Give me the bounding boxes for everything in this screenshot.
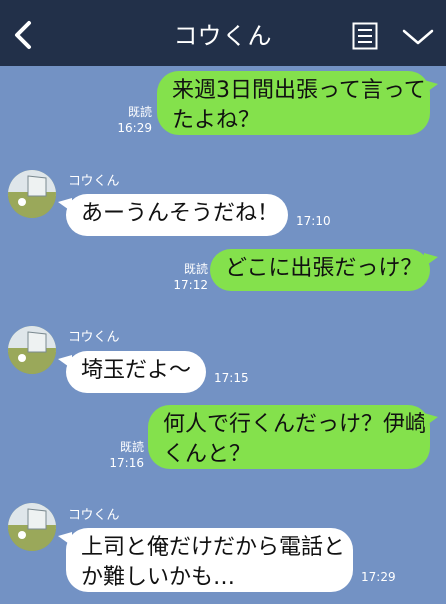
sender-name: コウくん: [68, 330, 120, 345]
message-text-line: 埼玉だよ〜: [81, 358, 192, 383]
timestamp: 17:29: [361, 570, 396, 584]
sender-name: コウくん: [68, 174, 120, 189]
timestamp: 17:16: [109, 456, 144, 470]
chat-title: コウくん: [173, 22, 273, 50]
message-text-line: 何人で行くんだっけ？伊崎: [163, 412, 428, 437]
timestamp: 17:12: [173, 278, 208, 292]
timestamp: 17:10: [296, 214, 331, 228]
read-receipt: 既読: [119, 440, 144, 454]
bubble-tail: [58, 198, 72, 212]
sent-message-bubble[interactable]: どこに出張だっけ？: [210, 249, 430, 291]
bubble-tail: [424, 80, 438, 94]
received-message-bubble[interactable]: 上司と俺だけだから電話と か難しいかも…: [66, 528, 353, 592]
bubble-tail: [58, 355, 72, 369]
received-message-bubble[interactable]: あーうんそうだね！: [66, 194, 288, 236]
message-text-line: あーうんそうだね！: [81, 201, 280, 226]
bubble-tail: [424, 253, 438, 267]
message-text-line: くんと？: [163, 442, 252, 467]
received-message-bubble[interactable]: 埼玉だよ〜: [66, 351, 206, 393]
message-text-line: か難しいかも…: [81, 565, 236, 590]
message-meta: 既読 17:12: [166, 261, 208, 293]
avatar-image: [8, 326, 56, 374]
bubble-tail: [424, 413, 438, 427]
read-receipt: 既読: [127, 105, 152, 119]
bubble-tail: [58, 532, 72, 546]
message-text-line: 来週3日間出張って言って: [172, 78, 426, 103]
timestamp: 17:15: [214, 371, 249, 385]
avatar[interactable]: [8, 503, 56, 551]
sent-message-bubble[interactable]: 何人で行くんだっけ？伊崎 くんと？: [148, 405, 430, 469]
message-meta: 既読 16:29: [110, 104, 152, 136]
message-text-line: どこに出張だっけ？: [225, 256, 423, 281]
chat-header: コウくん: [0, 0, 446, 66]
avatar-image: [8, 503, 56, 551]
chevron-down-icon[interactable]: [401, 27, 435, 47]
avatar-image: [8, 170, 56, 218]
note-list-icon[interactable]: [352, 22, 378, 50]
avatar[interactable]: [8, 170, 56, 218]
timestamp: 16:29: [117, 121, 152, 135]
message-text-line: 上司と俺だけだから電話と: [81, 535, 346, 560]
sent-message-bubble[interactable]: 来週3日間出張って言って たよね？: [157, 71, 430, 135]
message-text-line: たよね？: [172, 108, 261, 133]
message-meta: 既読 17:16: [102, 439, 144, 471]
avatar[interactable]: [8, 326, 56, 374]
read-receipt: 既読: [183, 262, 208, 276]
sender-name: コウくん: [68, 508, 120, 523]
